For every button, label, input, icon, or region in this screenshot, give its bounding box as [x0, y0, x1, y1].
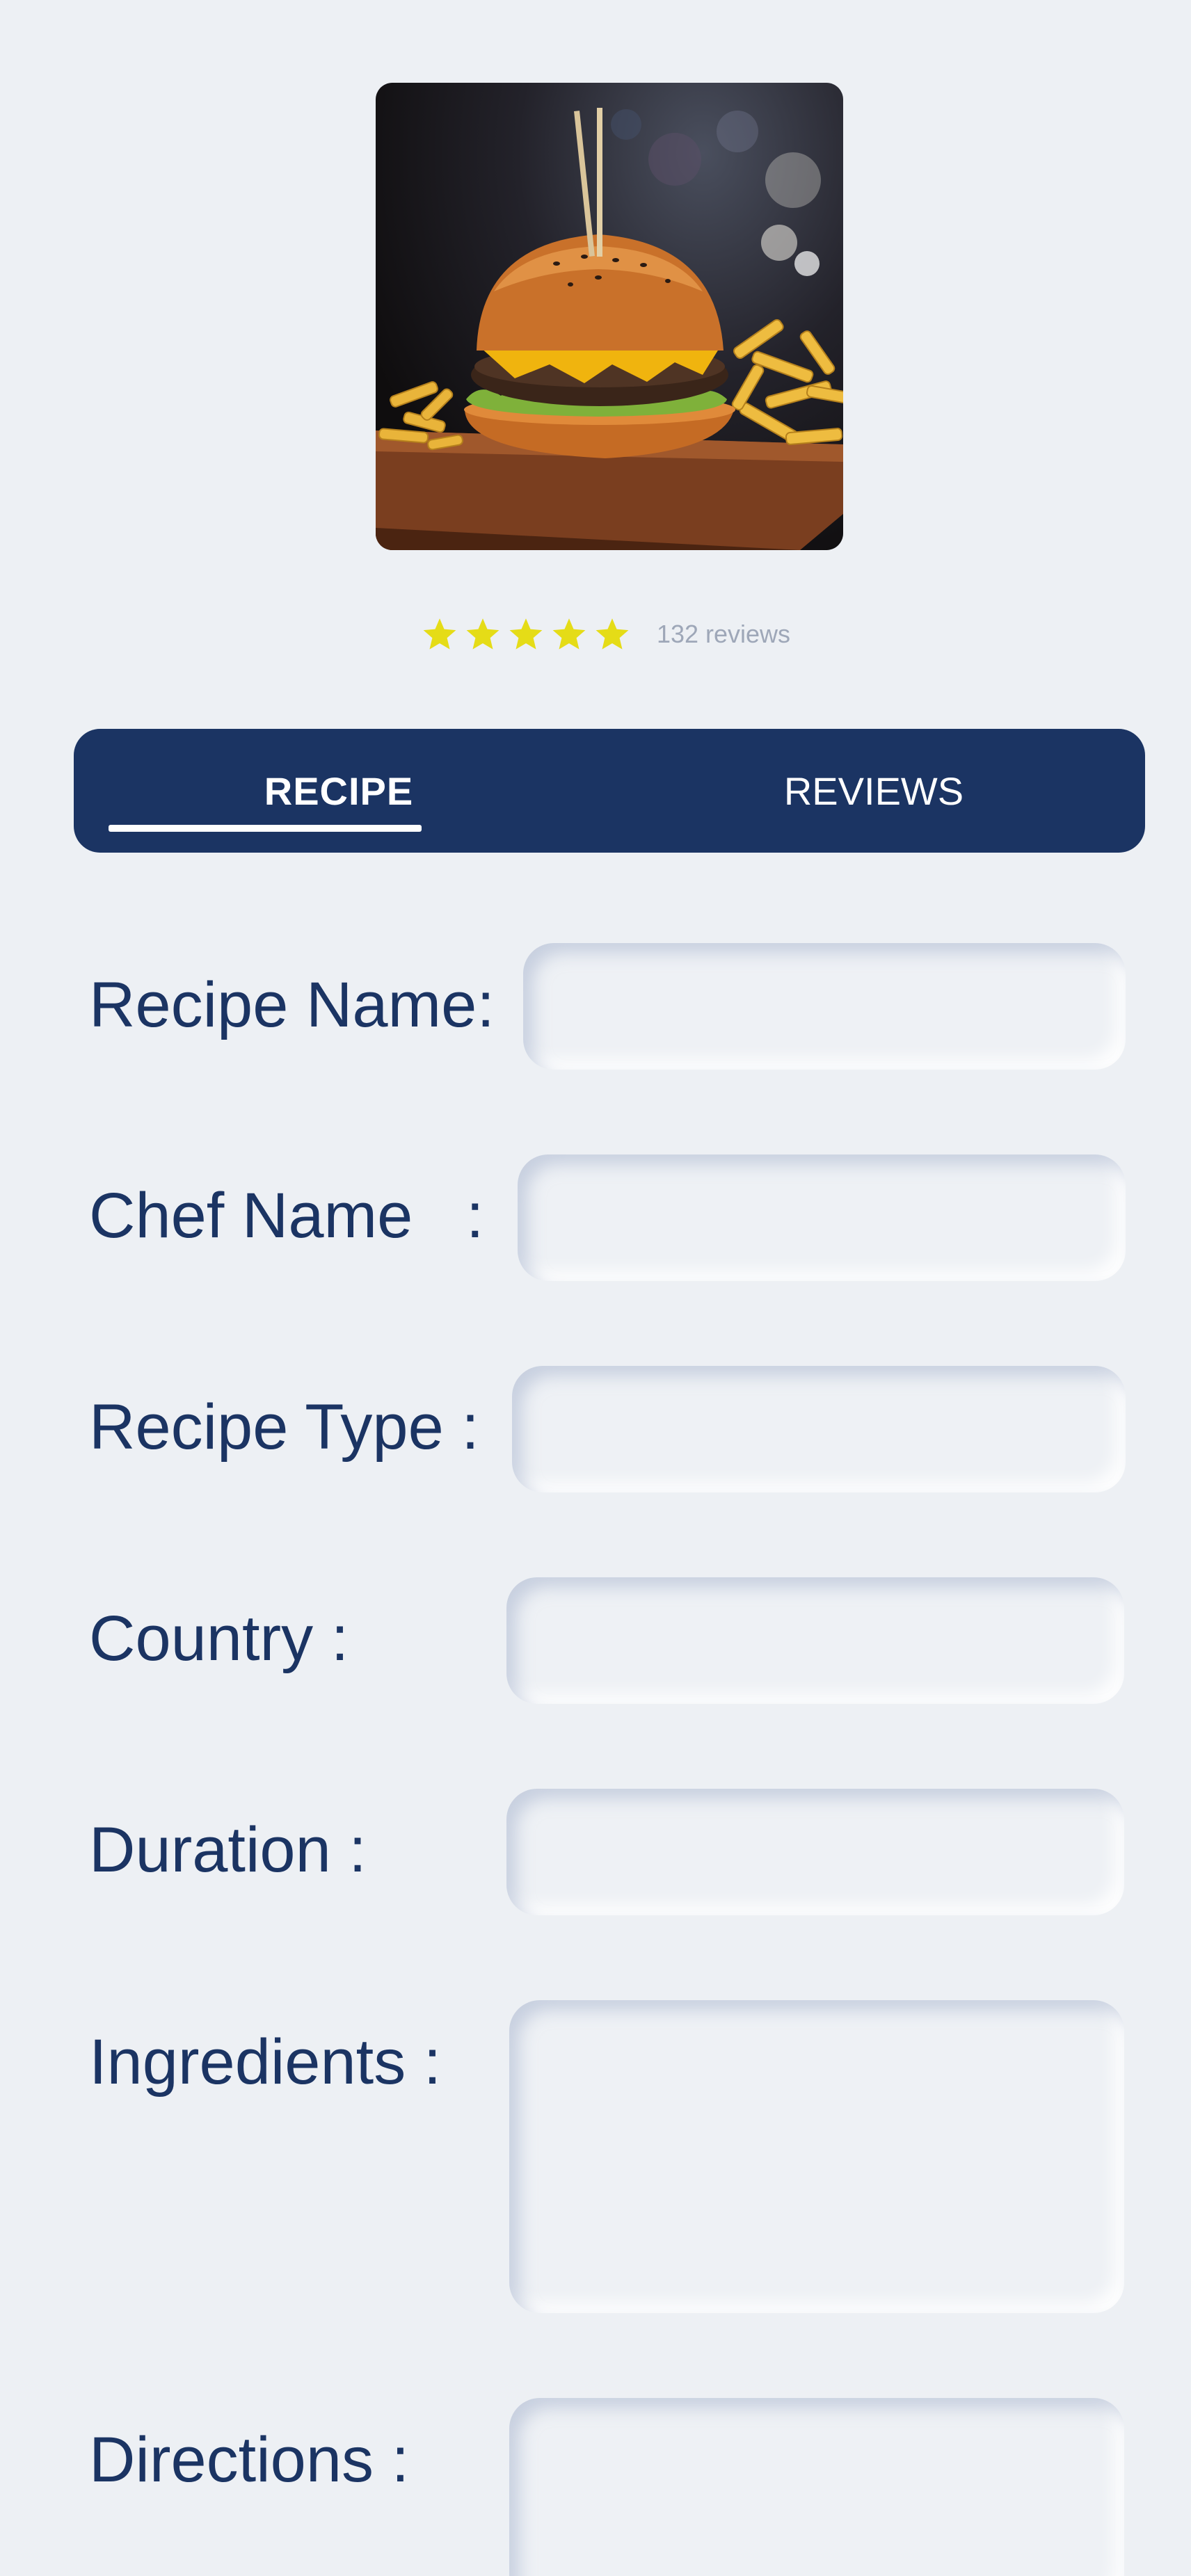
ingredients-label: Ingredients :	[89, 2027, 442, 2098]
recipe-type-input[interactable]	[512, 1366, 1126, 1492]
star-rating	[422, 616, 630, 652]
tab-bar: RECIPE REVIEWS	[74, 729, 1145, 853]
duration-input[interactable]	[506, 1789, 1124, 1915]
star-icon	[509, 618, 543, 650]
add-recipe-screen: 132 reviews RECIPE REVIEWS Recipe Name: …	[0, 0, 1191, 2576]
directions-textarea[interactable]	[509, 2398, 1124, 2576]
tab-reviews[interactable]: REVIEWS	[735, 729, 1013, 853]
star-icon	[596, 618, 629, 650]
recipe-name-input[interactable]	[523, 943, 1126, 1070]
duration-label: Duration :	[89, 1814, 367, 1885]
chef-name-input[interactable]	[518, 1154, 1126, 1281]
directions-label: Directions :	[89, 2424, 410, 2495]
country-label: Country :	[89, 1603, 349, 1674]
country-input[interactable]	[506, 1577, 1124, 1704]
burger-illustration	[376, 108, 843, 550]
reviews-count[interactable]: 132 reviews	[657, 620, 790, 649]
star-icon	[466, 618, 499, 650]
star-icon	[552, 618, 586, 650]
recipe-photo	[376, 83, 843, 550]
tab-recipe[interactable]: RECIPE	[182, 729, 495, 853]
chef-name-label: Chef Name :	[89, 1180, 484, 1251]
recipe-name-label: Recipe Name:	[89, 969, 495, 1040]
recipe-type-label: Recipe Type :	[89, 1392, 479, 1463]
star-icon	[423, 618, 456, 650]
ingredients-textarea[interactable]	[509, 2000, 1124, 2313]
active-tab-indicator	[109, 825, 422, 832]
rating-row: 132 reviews	[0, 606, 1191, 662]
